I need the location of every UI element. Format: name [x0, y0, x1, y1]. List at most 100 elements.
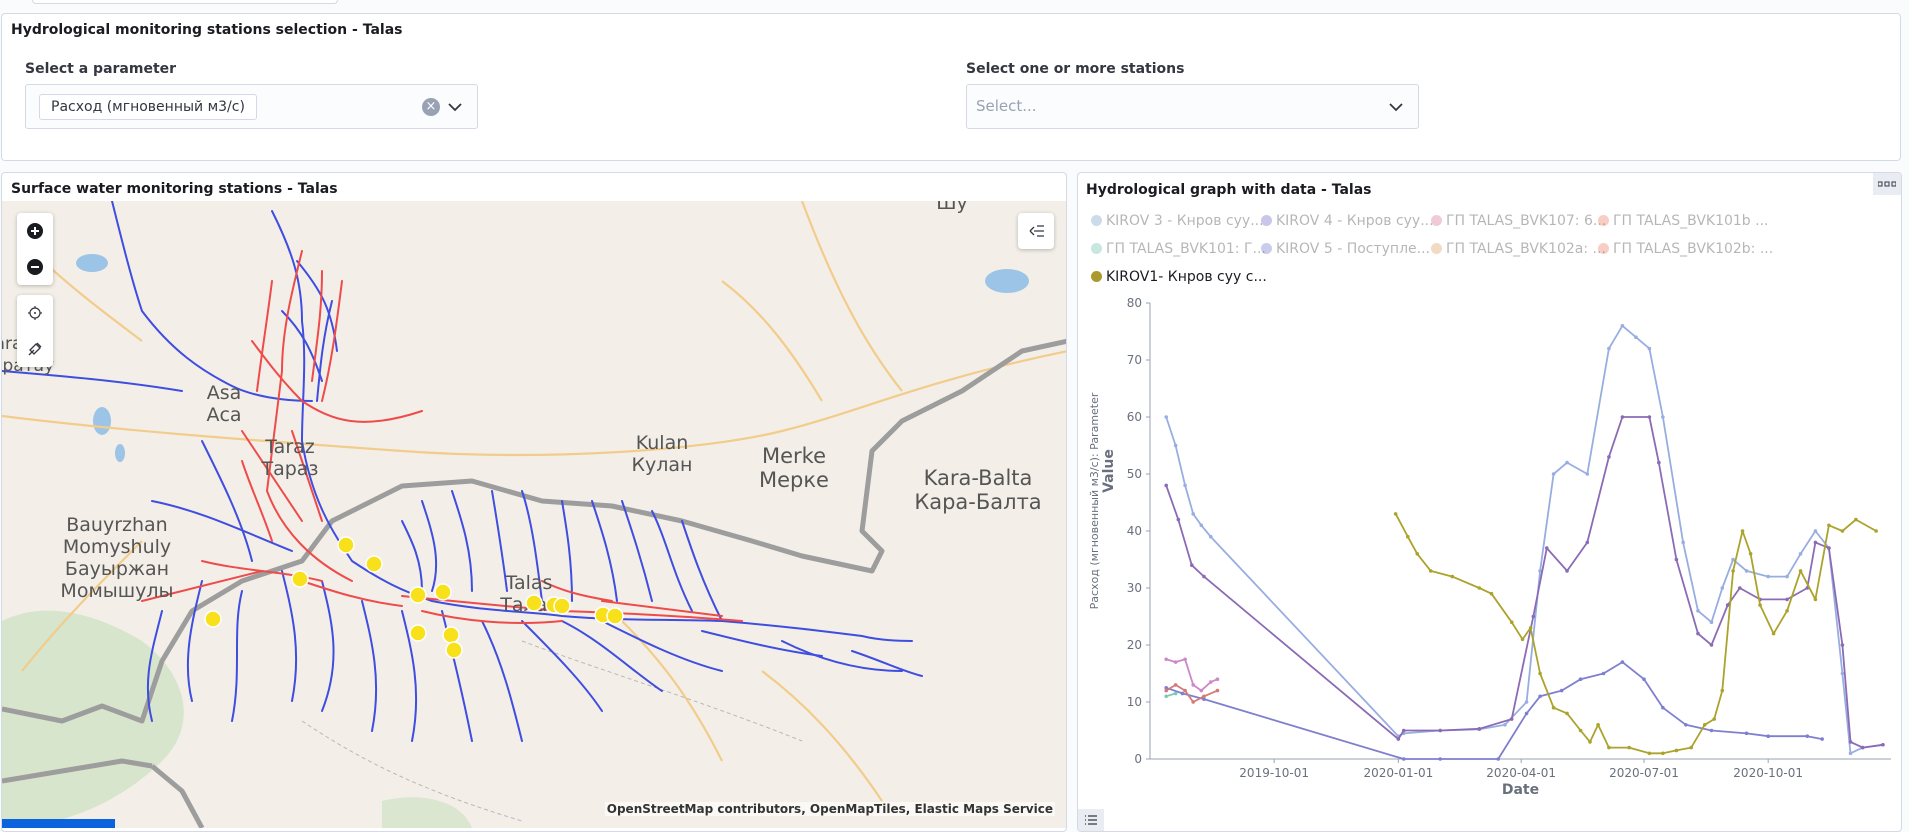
- map-basemap: Шу Karatau Каратау Asa Аса Taraz Тараз K…: [2, 201, 1066, 828]
- series-point: [1805, 734, 1810, 738]
- station-marker[interactable]: [442, 626, 460, 644]
- series-point: [1199, 688, 1204, 693]
- series-point: [1620, 415, 1625, 419]
- series-point: [1585, 540, 1590, 545]
- series-point: [1848, 740, 1853, 744]
- legend-label: ГП TALAS_BVK107: 6...: [1446, 213, 1607, 229]
- legend-item[interactable]: ГП TALAS_BVK101b ...: [1598, 213, 1768, 229]
- legend-item[interactable]: KIROV 3 - Кнров суу...: [1091, 213, 1264, 229]
- series-point: [1696, 609, 1700, 613]
- series-point: [1785, 609, 1789, 613]
- legend-label: KIROV 4 - Кнров суу...: [1276, 213, 1434, 229]
- series-point: [1450, 574, 1455, 579]
- series-point: [1740, 529, 1745, 533]
- draw-tool-icon[interactable]: [17, 331, 53, 367]
- map-attribution[interactable]: OpenStreetMap contributors, OpenMapTiles…: [604, 802, 1055, 816]
- series-point: [1524, 700, 1529, 704]
- x-axis-title: Date: [1502, 782, 1539, 798]
- clear-icon[interactable]: ×: [422, 98, 440, 116]
- series-point: [1785, 574, 1789, 579]
- series-point: [1881, 742, 1885, 747]
- chevron-down-icon[interactable]: [1387, 98, 1405, 116]
- series-point: [1758, 603, 1762, 607]
- map-bottom-bar: [2, 819, 115, 828]
- map-label-asa-cyr: Аса: [206, 404, 241, 426]
- list-icon[interactable]: [1078, 809, 1104, 831]
- station-marker[interactable]: [365, 555, 383, 573]
- series-point: [1191, 512, 1195, 516]
- series-point: [1393, 512, 1398, 516]
- station-marker[interactable]: [525, 594, 543, 612]
- station-marker[interactable]: [445, 641, 463, 659]
- y-tick-label: 30: [1127, 581, 1142, 595]
- series-point: [1585, 472, 1590, 476]
- series-point: [1565, 569, 1569, 573]
- series-point: [1771, 631, 1776, 636]
- series-point: [1840, 529, 1845, 533]
- series-point: [1696, 631, 1700, 636]
- top-tab[interactable]: [32, 0, 338, 4]
- map-label-kulan: Kulan: [636, 432, 689, 454]
- series-point: [1208, 680, 1213, 684]
- series-point: [1785, 597, 1789, 602]
- map-label-taraz: Taraz: [264, 436, 315, 458]
- station-marker[interactable]: [291, 570, 309, 588]
- station-marker[interactable]: [204, 610, 222, 628]
- series-point: [1180, 691, 1185, 696]
- stations-label: Select one or more stations: [966, 61, 1185, 77]
- parameter-combobox[interactable]: Расход (мгновенный м3/с) ×: [25, 84, 478, 129]
- legend-item[interactable]: ГП TALAS_BVK107: 6...: [1431, 213, 1606, 229]
- collapse-layers-icon[interactable]: [1018, 213, 1054, 249]
- series-point: [1524, 711, 1529, 716]
- map-label-momyshuly: Momyshuly: [63, 536, 171, 558]
- legend-item[interactable]: KIROV 4 - Кнров суу...: [1261, 213, 1434, 229]
- legend-item[interactable]: ГП TALAS_BVK102a: ...: [1431, 241, 1606, 257]
- series-point: [1202, 574, 1206, 579]
- panel-options-icon[interactable]: [1873, 173, 1901, 195]
- series-point: [1509, 717, 1514, 721]
- legend-dot: [1091, 243, 1102, 254]
- series-point: [1661, 705, 1665, 710]
- zoom-control: [17, 213, 53, 285]
- map-label-asa: Asa: [207, 382, 242, 404]
- series-point: [1183, 657, 1187, 662]
- series-point: [1813, 540, 1818, 545]
- x-tick-label: 2019-10-01: [1239, 766, 1309, 780]
- map-label-talas: Talas: [505, 572, 553, 594]
- x-tick-label: 2020-01-01: [1363, 766, 1433, 780]
- y-tick-label: 70: [1127, 353, 1142, 367]
- legend-item[interactable]: KIROV 5 - Поступле...: [1261, 241, 1430, 257]
- series-point: [1731, 557, 1735, 562]
- map-canvas[interactable]: Шу Karatau Каратау Asa Аса Taraz Тараз K…: [2, 201, 1066, 828]
- series-point: [1183, 688, 1187, 693]
- stations-placeholder: Select...: [976, 97, 1037, 115]
- legend-dot: [1091, 215, 1102, 226]
- legend-item[interactable]: ГП TALAS_BVK101: Г...: [1091, 241, 1266, 257]
- layers-control[interactable]: [1018, 213, 1054, 249]
- station-marker[interactable]: [337, 536, 355, 554]
- selection-panel-title: Hydrological monitoring stations selecti…: [11, 22, 403, 38]
- minus-circle-icon[interactable]: [17, 249, 53, 285]
- plus-circle-icon[interactable]: [17, 213, 53, 249]
- series-point: [1509, 620, 1514, 624]
- station-marker[interactable]: [434, 583, 452, 601]
- selection-panel: Hydrological monitoring stations selecti…: [1, 13, 1901, 161]
- x-tick-label: 2020-10-01: [1733, 766, 1803, 780]
- series-point: [1401, 728, 1406, 733]
- legend-dot: [1431, 215, 1442, 226]
- legend-dot: [1091, 271, 1102, 282]
- chevron-down-icon[interactable]: [446, 98, 464, 116]
- station-marker[interactable]: [409, 624, 427, 642]
- series-point: [1477, 726, 1482, 731]
- stations-combobox[interactable]: Select...: [966, 84, 1419, 129]
- station-marker[interactable]: [606, 607, 624, 625]
- station-marker[interactable]: [553, 597, 571, 615]
- hydrograph-chart[interactable]: 0 10 20 30 40 50 60 70 80 2019-10-01 2020-01-01 202…: [1078, 283, 1902, 832]
- map-label-bauyrzhan: Bauyrzhan: [66, 514, 167, 536]
- station-marker[interactable]: [409, 586, 427, 604]
- series-point: [1415, 552, 1420, 556]
- legend-item[interactable]: ГП TALAS_BVK102b: ...: [1598, 241, 1773, 257]
- series-point: [1827, 523, 1831, 528]
- series-point: [1681, 540, 1685, 545]
- crosshair-icon[interactable]: [17, 295, 53, 331]
